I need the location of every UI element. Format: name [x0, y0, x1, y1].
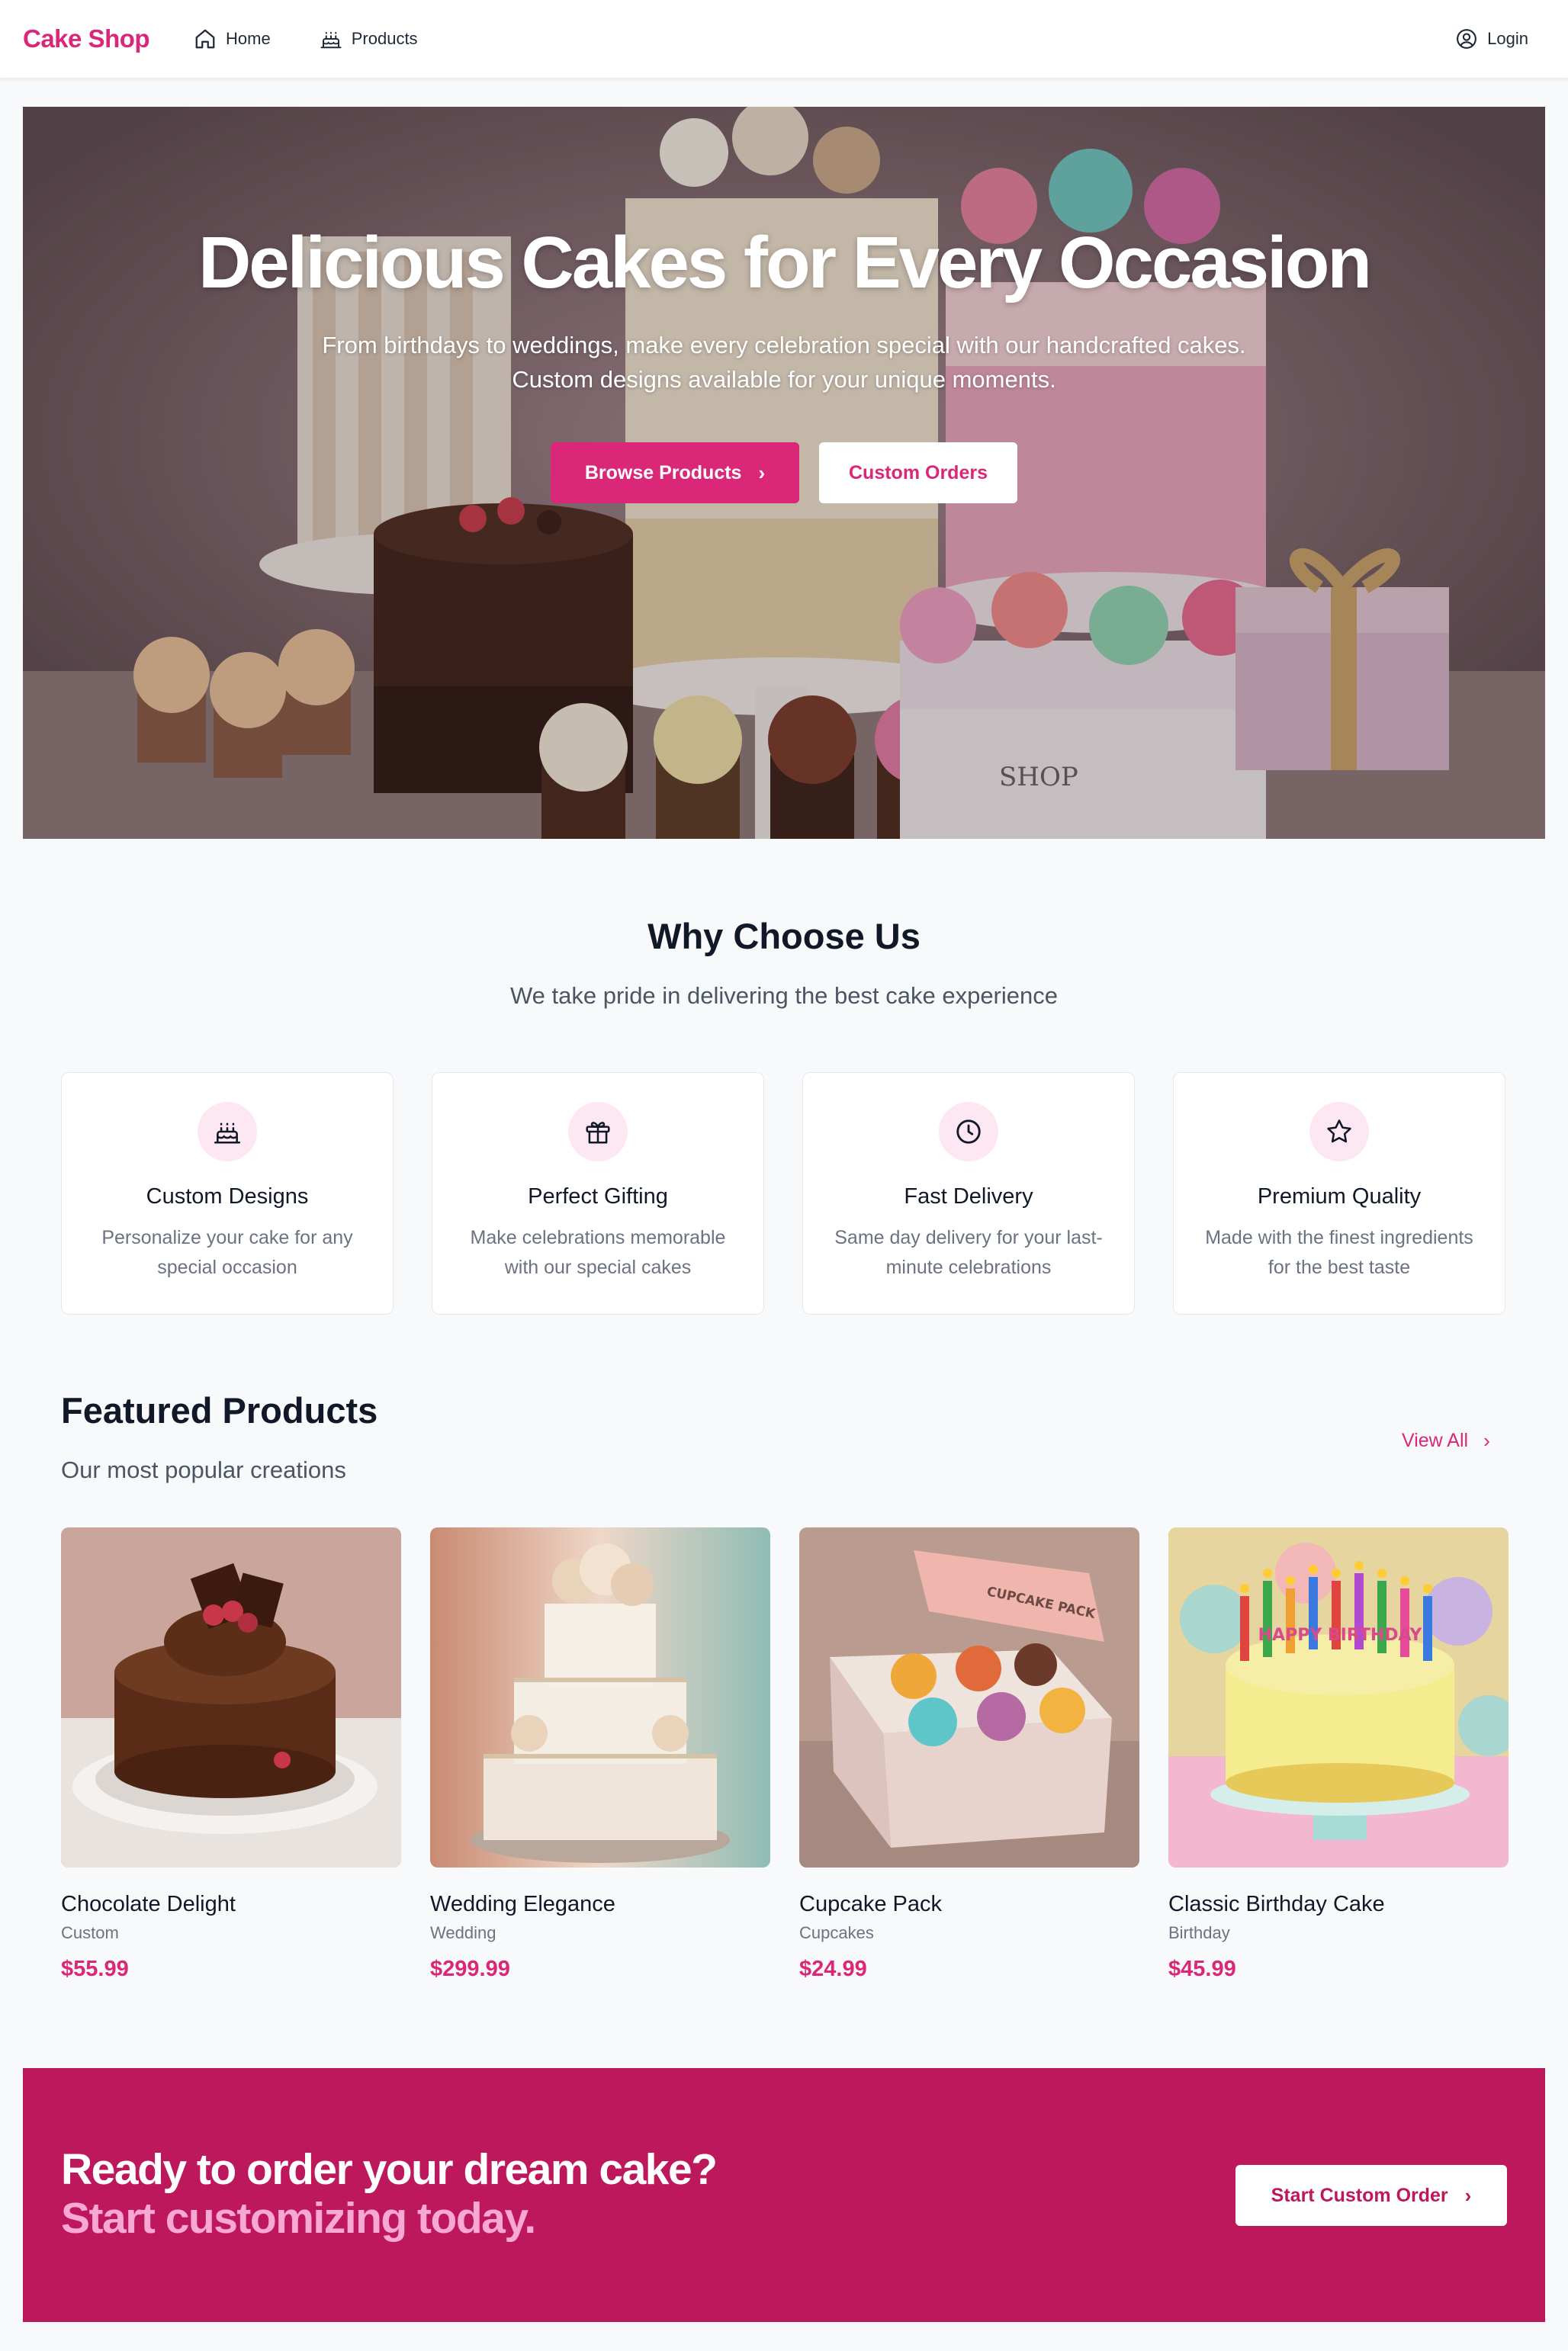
product-card[interactable]: Chocolate Delight Custom $55.99 — [61, 1527, 401, 1982]
cta-banner: Ready to order your dream cake? Start cu… — [23, 2068, 1545, 2322]
product-card[interactable]: CUPCAKE PACK Cupcake Pack Cupcakes $24.9… — [799, 1527, 1139, 1982]
chevron-right-icon: › — [758, 461, 766, 484]
view-all-link[interactable]: View All › — [1402, 1429, 1490, 1453]
why-section-title: Why Choose Us — [647, 916, 921, 956]
feature-card: Custom Designs Personalize your cake for… — [61, 1072, 394, 1315]
product-name[interactable]: Wedding Elegance — [430, 1892, 770, 1917]
start-custom-order-label: Start Custom Order — [1271, 2184, 1448, 2206]
product-card[interactable]: HAPPY BIRTHDAY Classic Birthday Cake Bir… — [1168, 1527, 1509, 1982]
feature-description: Made with the finest ingredients for the… — [1205, 1227, 1473, 1278]
brand-logo[interactable]: Cake Shop — [23, 24, 150, 53]
product-name[interactable]: Classic Birthday Cake — [1168, 1892, 1509, 1917]
login-label: Login — [1487, 29, 1528, 48]
feature-title: Perfect Gifting — [528, 1184, 668, 1209]
nav-products-label: Products — [351, 29, 418, 48]
product-category: Birthday — [1168, 1923, 1230, 1942]
product-image-wedding-cake[interactable] — [430, 1527, 770, 1868]
top-navbar: Cake Shop Home Products Login — [0, 0, 1568, 78]
custom-orders-button[interactable]: Custom Orders — [819, 442, 1017, 503]
feature-card: Premium Quality Made with the finest ing… — [1173, 1072, 1505, 1315]
star-icon — [1327, 1119, 1351, 1143]
nav-products-link[interactable]: Products — [320, 27, 418, 50]
gift-icon — [586, 1122, 610, 1144]
why-section-subtitle: We take pride in delivering the best cak… — [509, 982, 1058, 1009]
cta-subheadline: Start customizing today. — [61, 2194, 536, 2243]
custom-orders-label: Custom Orders — [849, 461, 988, 483]
cake-icon — [214, 1123, 241, 1144]
feature-title: Premium Quality — [1257, 1184, 1422, 1209]
clock-icon — [956, 1119, 981, 1144]
home-icon — [195, 29, 215, 49]
product-image-cupcake-pack[interactable]: CUPCAKE PACK — [799, 1527, 1139, 1868]
cta-headline: Ready to order your dream cake? — [61, 2145, 718, 2194]
login-link[interactable]: Login — [1455, 27, 1528, 50]
feature-card: Perfect Gifting Make celebrations memora… — [432, 1072, 764, 1315]
hero-subtitle: From birthdays to weddings, make every c… — [322, 332, 1246, 393]
hero-banner: SHOP Delicious Cakes for Every Occasion … — [23, 107, 1545, 839]
featured-products-subtitle: Our most popular creations — [61, 1457, 346, 1483]
start-custom-order-button[interactable]: Start Custom Order › — [1235, 2165, 1507, 2226]
nav-home-link[interactable]: Home — [194, 27, 271, 50]
feature-description: Personalize your cake for any special oc… — [101, 1227, 353, 1278]
product-card[interactable]: Wedding Elegance Wedding $299.99 — [430, 1527, 770, 1982]
view-all-label: View All — [1402, 1430, 1469, 1451]
browse-products-label: Browse Products — [584, 461, 742, 483]
product-grid: Chocolate Delight Custom $55.99 Wedding … — [61, 1527, 1509, 1982]
feature-description: Make celebrations memorable with our spe… — [470, 1227, 726, 1278]
hero-title: Delicious Cakes for Every Occasion — [198, 222, 1372, 304]
product-category: Cupcakes — [799, 1923, 874, 1942]
product-price: $299.99 — [430, 1957, 510, 1981]
product-category: Wedding — [430, 1923, 496, 1942]
browse-products-button[interactable]: Browse Products › — [551, 442, 799, 503]
feature-title: Fast Delivery — [904, 1184, 1033, 1209]
product-category: Custom — [61, 1923, 119, 1942]
feature-card: Fast Delivery Same day delivery for your… — [802, 1072, 1135, 1315]
user-circle-icon — [1457, 29, 1477, 49]
chevron-right-icon: › — [1464, 2183, 1472, 2207]
birthday-cake-text: HAPPY BIRTHDAY — [1258, 1626, 1423, 1645]
product-name[interactable]: Cupcake Pack — [799, 1892, 1139, 1917]
featured-products-title: Featured Products — [61, 1390, 378, 1431]
product-price: $55.99 — [61, 1957, 129, 1981]
features-grid: Custom Designs Personalize your cake for… — [61, 1072, 1507, 1315]
product-image-birthday-cake[interactable]: HAPPY BIRTHDAY — [1168, 1527, 1509, 1868]
cake-icon — [320, 31, 342, 49]
chevron-right-icon: › — [1483, 1429, 1490, 1452]
product-image-chocolate-cake[interactable] — [61, 1527, 401, 1868]
product-price: $45.99 — [1168, 1957, 1236, 1981]
nav-home-label: Home — [226, 29, 271, 48]
product-name[interactable]: Chocolate Delight — [61, 1892, 401, 1917]
product-price: $24.99 — [799, 1957, 867, 1981]
feature-title: Custom Designs — [146, 1184, 309, 1209]
feature-description: Same day delivery for your last-minute c… — [834, 1227, 1103, 1278]
